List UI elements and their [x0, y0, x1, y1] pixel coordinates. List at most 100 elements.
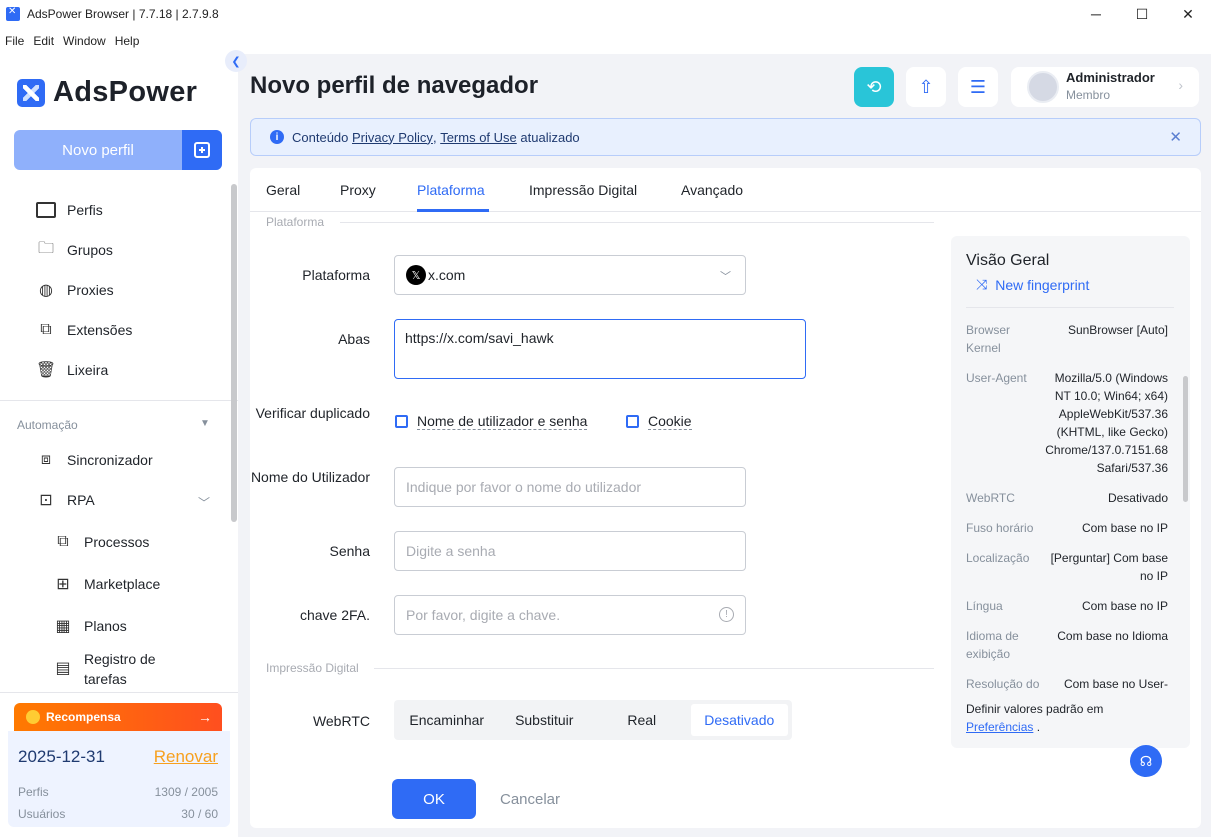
checkbox-cookie[interactable]: Cookie: [626, 413, 692, 430]
new-profile-button[interactable]: Novo perfil: [14, 130, 222, 170]
sidebar-item-processos[interactable]: ⧉ Processos: [52, 531, 149, 553]
plan-users-value: 30 / 60: [181, 807, 218, 821]
sync-icon: ⧈: [40, 451, 52, 468]
webrtc-option-desativado[interactable]: Desativado: [690, 704, 788, 736]
checkbox-box[interactable]: [395, 415, 408, 428]
new-fingerprint-button[interactable]: ⤨ New fingerprint: [976, 276, 1089, 293]
sidebar-item-marketplace[interactable]: ⊞ Marketplace: [52, 573, 160, 595]
overview-key: User-Agent: [966, 371, 1027, 385]
twofa-label: chave 2FA.: [299, 607, 370, 623]
tab-plataforma[interactable]: Plataforma: [417, 182, 485, 198]
menu-file[interactable]: File: [5, 34, 24, 48]
plus-square-icon: [194, 142, 210, 158]
app-logo-icon: [6, 6, 20, 21]
support-headset-icon[interactable]: ☊: [1130, 745, 1162, 777]
close-icon[interactable]: ✕: [1165, 0, 1211, 28]
window-title: AdsPower Browser | 7.7.18 | 2.7.9.8: [27, 7, 219, 21]
ok-button[interactable]: OK: [392, 779, 476, 819]
renew-link[interactable]: Renovar: [154, 747, 218, 767]
title-bar: AdsPower Browser | 7.7.18 | 2.7.9.8 ─ ☐ …: [0, 0, 1211, 28]
privacy-policy-link[interactable]: Privacy Policy: [352, 130, 433, 145]
checkbox-box[interactable]: [626, 415, 639, 428]
overview-value: [Perguntar] Com base no IP: [1050, 551, 1168, 583]
username-input[interactable]: [394, 467, 746, 507]
twofa-input[interactable]: [394, 595, 746, 635]
profile-form-panel: Geral Proxy Plataforma Impressão Digital…: [250, 168, 1201, 828]
puzzle-icon: ⧉: [40, 321, 52, 338]
overview-scrollbar[interactable]: [1183, 376, 1188, 502]
webrtc-option-substituir[interactable]: Substituir: [496, 704, 594, 736]
quick-add-button[interactable]: [182, 130, 222, 170]
sidebar-item-label: Planos: [84, 618, 127, 634]
cancel-button[interactable]: Cancelar: [490, 779, 570, 819]
maximize-icon[interactable]: ☐: [1119, 0, 1165, 28]
sidebar-item-label: Sincronizador: [67, 452, 153, 468]
notice-suffix: atualizado: [520, 129, 580, 145]
plan-expiry-date: 2025-12-31: [18, 747, 105, 766]
notice-banner: i Conteúdo Privacy Policy, Terms of Use …: [250, 118, 1201, 156]
update-icon[interactable]: ⟲: [854, 67, 894, 107]
sidebar-item-lixeira[interactable]: 🗑 Lixeira: [35, 359, 108, 381]
webrtc-option-encaminhar[interactable]: Encaminhar: [398, 704, 496, 736]
list-icon[interactable]: ☰: [958, 67, 998, 107]
sidebar-item-rpa[interactable]: ⊡ RPA: [35, 489, 94, 511]
overview-footer-period: .: [1036, 720, 1041, 734]
sidebar-item-label: Proxies: [67, 282, 114, 298]
reward-banner[interactable]: Recompensa →: [14, 703, 222, 731]
webrtc-option-real[interactable]: Real: [593, 704, 691, 736]
sidebar-item-grupos[interactable]: 🗀 Grupos: [35, 239, 113, 261]
menu-bar: File Edit Window Help: [0, 28, 1211, 54]
duplicate-check-label: Verificar duplicado: [255, 405, 370, 421]
sidebar-item-label: Perfis: [67, 202, 103, 218]
sidebar-item-label: Registro de tarefas: [84, 651, 156, 687]
globe-icon: ◍: [39, 282, 53, 299]
notice-prefix: Conteúdo: [292, 129, 349, 145]
twofa-field: !: [394, 595, 746, 635]
sidebar-item-perfis[interactable]: Perfis: [35, 199, 103, 221]
tab-bar: Geral Proxy Plataforma Impressão Digital…: [250, 168, 1201, 212]
caret-down-icon[interactable]: ▼: [200, 418, 210, 429]
chevron-down-icon[interactable]: ﹀: [198, 494, 210, 511]
checkbox-username-password[interactable]: Nome de utilizador e senha: [395, 413, 588, 430]
overview-key: Resolução do: [966, 677, 1040, 691]
overview-value: Com base no IP: [1081, 599, 1168, 613]
tabs-url-input[interactable]: [394, 319, 806, 379]
tab-impressao-digital[interactable]: Impressão Digital: [529, 182, 637, 198]
sidebar: AdsPower Novo perfil Perfis 🗀 Grupos ◍ P…: [0, 54, 238, 837]
user-menu[interactable]: Administrador Membro ›: [1011, 67, 1199, 107]
upload-icon[interactable]: ⇧: [906, 67, 946, 107]
plan-users-row: Usuários 30 / 60: [18, 807, 218, 821]
page-title: Novo perfil de navegador: [250, 72, 539, 99]
overview-value: Com base no Idioma: [1057, 629, 1168, 643]
sidebar-item-proxies[interactable]: ◍ Proxies: [35, 279, 114, 301]
overview-footer-text: Definir valores padrão em: [966, 702, 1104, 716]
sidebar-item-planos[interactable]: ▦ Planos: [52, 615, 127, 637]
coin-icon: [26, 710, 40, 724]
menu-help[interactable]: Help: [115, 34, 140, 48]
overview-value: Com base no User-: [1063, 677, 1168, 691]
close-icon[interactable]: ✕: [1169, 128, 1182, 146]
checkbox-label: Cookie: [648, 413, 692, 430]
menu-edit[interactable]: Edit: [33, 34, 54, 48]
tab-geral[interactable]: Geral: [266, 182, 300, 198]
collapse-sidebar-button[interactable]: ❮: [225, 50, 247, 72]
overview-value: Desativado: [1107, 491, 1168, 505]
overview-key: Localização: [966, 551, 1030, 565]
sidebar-item-registro[interactable]: ▤ Registro de tarefas: [52, 649, 174, 689]
preferences-link[interactable]: Preferências: [966, 720, 1033, 734]
tab-proxy[interactable]: Proxy: [340, 182, 376, 198]
sidebar-scrollbar[interactable]: [231, 184, 237, 522]
help-icon[interactable]: !: [719, 607, 734, 622]
store-icon: ⊞: [56, 576, 70, 593]
overview-value: Com base no IP: [1081, 521, 1168, 535]
sidebar-item-sincronizador[interactable]: ⧈ Sincronizador: [35, 449, 153, 471]
sidebar-item-extensoes[interactable]: ⧉ Extensões: [35, 319, 132, 341]
robot-icon: ⊡: [39, 492, 53, 509]
password-input[interactable]: [394, 531, 746, 571]
terms-of-use-link[interactable]: Terms of Use: [440, 130, 517, 145]
webrtc-segmented-control: Encaminhar Substituir Real Desativado: [394, 700, 792, 740]
platform-select[interactable]: 𝕏 x.com ﹀: [394, 255, 746, 295]
minimize-icon[interactable]: ─: [1073, 0, 1119, 28]
tab-avancado[interactable]: Avançado: [681, 182, 743, 198]
menu-window[interactable]: Window: [63, 34, 106, 48]
